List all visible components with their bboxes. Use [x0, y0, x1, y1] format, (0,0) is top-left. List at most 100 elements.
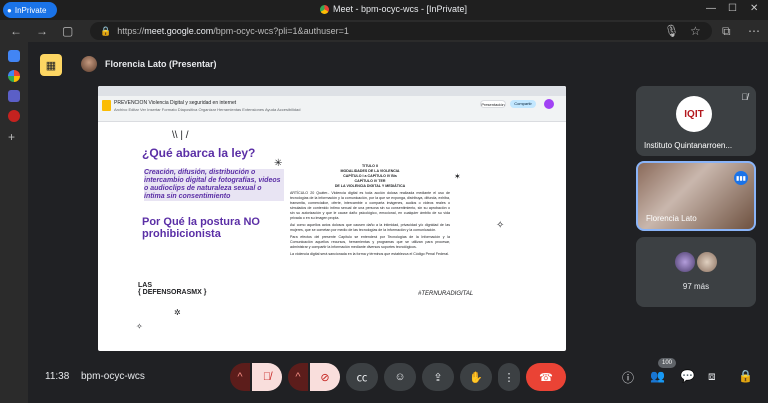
document-title: PREVENCION Violencia Digital y seguridad… [114, 100, 237, 106]
inprivate-label: InPrivate [14, 5, 47, 15]
captions-icon: ㏄ [356, 372, 368, 384]
starburst-decoration: \\ | / [172, 130, 189, 141]
sparkle-decoration: ✶ [454, 172, 461, 181]
collections-icon[interactable]: ⧉ [722, 24, 731, 39]
sidebar-apps-icon[interactable] [8, 70, 20, 82]
address-bar[interactable]: 🔒 https:// meet.google.com /bpm-ocyc-wcs… [90, 22, 712, 40]
browser-navbar: ← → ▢ 🔒 https:// meet.google.com /bpm-oc… [0, 20, 768, 42]
shared-browser-tabs [98, 86, 566, 96]
participant-name: Instituto Quintanarroen... [644, 141, 733, 150]
law-paragraph: Así como aquellos actos dolosos que caus… [290, 223, 450, 232]
participant-tile-more[interactable]: 97 más [636, 237, 756, 307]
microphone-toggle-button[interactable]: 🎙̸ [252, 363, 282, 391]
minimize-icon[interactable]: — [706, 3, 716, 14]
logo-bottom: { DEFENSORASMX } [138, 289, 207, 296]
browser-side-strip: + [0, 42, 28, 403]
meeting-code: bpm-ocyc-wcs [81, 371, 145, 382]
participant-name: Florencia Lato [646, 214, 697, 223]
chevron-up-icon: ^ [295, 371, 301, 383]
participant-tile-iqit[interactable]: IQIT 🎙̸ Instituto Quintanarroen... [636, 86, 756, 156]
mic-off-icon: 🎙̸ [741, 92, 748, 102]
sidebar-add-icon[interactable]: + [8, 130, 15, 144]
people-count-badge: 100 [658, 358, 676, 368]
sparkle-decoration-5: ✧ [136, 322, 143, 331]
slides-app-icon [102, 100, 111, 111]
presenter-avatar [81, 56, 97, 72]
defensoras-logo: LAS { DEFENSORASMX } [138, 282, 206, 296]
back-icon[interactable]: ← [10, 24, 22, 38]
slides-toolbar: PREVENCION Violencia Digital y seguridad… [98, 86, 566, 122]
meeting-info-icon[interactable]: ⓘ [622, 369, 634, 386]
people-icon[interactable]: 👥 [650, 369, 665, 383]
presenter-label: Florencia Lato (Presentar) [105, 59, 217, 69]
inprivate-badge[interactable]: ● InPrivate [3, 2, 57, 18]
chevron-up-icon: ^ [237, 371, 243, 383]
law-text-column: TITULO II MODALIDADES DE LA VIOLENCIA CA… [290, 164, 450, 257]
more-menu-icon[interactable]: ⋯ [748, 24, 760, 38]
hashtag-text: #TERNURADIGITAL [418, 291, 474, 297]
participant-tile-florencia[interactable]: ▮▮▮ Florencia Lato [636, 161, 756, 231]
url-host: meet.google.com [144, 26, 214, 36]
camera-options-button[interactable]: ^ [288, 363, 308, 391]
slides-share-button: Compartir [510, 100, 536, 108]
sidebar-record-icon[interactable] [8, 110, 20, 122]
forward-icon[interactable]: → [36, 24, 48, 38]
slide-heading-question: ¿Qué abarca la ley? [142, 146, 256, 160]
slide-heading-postura: Por Qué la postura NO prohibicionista [142, 216, 260, 240]
close-window-icon[interactable]: ✕ [750, 3, 758, 14]
window-title-text: Meet - bpm-ocyc-wcs - [InPrivate] [333, 4, 468, 14]
meeting-time: 11:38 [45, 371, 70, 382]
law-paragraph: ARTÍCULO 20 Quáter.- Violencia digital e… [290, 191, 450, 220]
more-vert-icon: ⋮ [503, 371, 515, 384]
camera-toggle-button[interactable]: ⊘ [310, 363, 340, 391]
tabs-icon[interactable]: ▢ [62, 24, 73, 38]
speaking-indicator-icon: ▮▮▮ [734, 171, 748, 185]
url-path: /bpm-ocyc-wcs?pli=1&authuser=1 [213, 26, 349, 36]
mic-options-button[interactable]: ^ [230, 363, 250, 391]
captions-button[interactable]: ㏄ [346, 363, 378, 391]
microphone-icon[interactable]: 🎙 [664, 24, 679, 38]
sparkle-decoration-4: ✲ [174, 308, 181, 317]
maximize-icon[interactable]: ☐ [728, 3, 737, 14]
more-options-button[interactable]: ⋮ [498, 363, 520, 391]
chrome-icon [320, 4, 329, 14]
logo-top: LAS [138, 282, 152, 289]
participant-avatar [674, 251, 696, 273]
chat-icon[interactable]: 💬 [680, 369, 695, 383]
inprivate-icon: ● [7, 5, 12, 15]
shared-screen[interactable]: PREVENCION Violencia Digital y seguridad… [98, 86, 566, 351]
present-screen-icon: ⇪ [433, 371, 443, 384]
law-paragraph: Para efectos del presente Capítulo se en… [290, 235, 450, 249]
meet-controls-bar: 11:38 bpm-ocyc-wcs ^ 🎙̸ ^ ⊘ ㏄ ☺ ⇪ ✋ ⋮ ☎ … [28, 355, 768, 403]
browser-titlebar: ● InPrivate Meet - bpm-ocyc-wcs - [InPri… [0, 0, 768, 20]
sidebar-tab-icon[interactable] [8, 50, 20, 62]
end-call-icon: ☎ [539, 371, 553, 384]
slide-body-text: Creación, difusión, distribución o inter… [144, 169, 284, 201]
raise-hand-button[interactable]: ✋ [460, 363, 492, 391]
participant-avatar [696, 251, 718, 273]
iqit-logo: IQIT [676, 96, 712, 132]
lock-icon: 🔒 [100, 25, 112, 36]
law-heading: DE LA VIOLENCIA DIGITAL Y MEDIÁTICA [334, 184, 406, 188]
slides-user-avatar [544, 99, 554, 109]
meet-header: ▦ Florencia Lato (Presentar) [28, 42, 768, 82]
url-scheme: https:// [117, 26, 145, 36]
sparkle-decoration-3: ✳ [274, 158, 283, 169]
host-controls-icon[interactable]: 🔒 [738, 369, 753, 383]
slides-present-button: Presentación [480, 100, 506, 108]
window-title: Meet - bpm-ocyc-wcs - [InPrivate] [320, 4, 467, 14]
emoji-icon: ☺ [394, 371, 406, 383]
sparkle-decoration-2: ✧ [496, 220, 505, 231]
favorite-icon[interactable]: ☆ [690, 24, 701, 38]
sidebar-teams-icon[interactable] [8, 90, 20, 102]
emoji-reactions-button[interactable]: ☺ [384, 363, 416, 391]
law-paragraph: La violencia digital será sancionada en … [290, 252, 450, 256]
mic-off-icon: 🎙̸ [262, 371, 272, 383]
more-participants-count: 97 más [682, 282, 710, 291]
activities-icon[interactable]: ⧈ [708, 369, 716, 384]
camera-off-icon: ⊘ [320, 371, 330, 384]
document-menus: Archivo Editar Ver Insertar Formato Diap… [114, 107, 301, 112]
leave-call-button[interactable]: ☎ [526, 363, 566, 391]
presentation-icon[interactable]: ▦ [40, 54, 62, 76]
present-screen-button[interactable]: ⇪ [422, 363, 454, 391]
